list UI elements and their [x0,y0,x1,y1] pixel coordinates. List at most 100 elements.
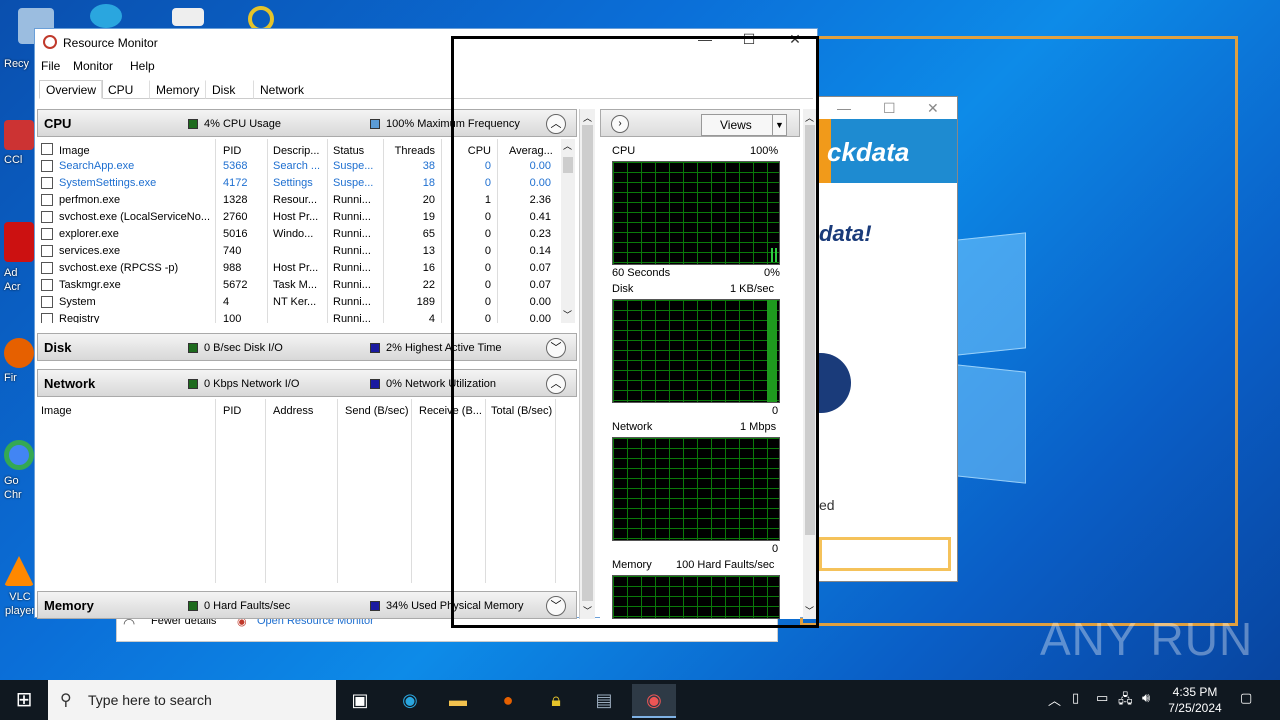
minimize-icon[interactable]: — [837,100,851,116]
memory-faults-text: 0 Hard Faults/sec [204,600,291,612]
desktop-icon-label: CCl [4,154,23,166]
firefox-icon [4,338,34,368]
vlc-icon [4,556,34,586]
process-pid: 100 [223,313,242,323]
menu-monitor[interactable]: Monitor [73,59,113,73]
desktop-icon-label: Ad Acr [4,267,21,293]
col-threads[interactable]: Threads [389,145,435,157]
file-explorer-icon[interactable]: ▬ [436,684,480,718]
checkdata-window[interactable]: — ☐ ✕ ckdata data! ed [817,96,958,582]
process-threads: 16 [422,262,435,274]
network-section-title: Network [44,376,96,391]
tab-cpu[interactable]: CPU [101,80,140,99]
process-threads: 189 [416,296,435,308]
process-status: Runni... [333,211,371,223]
highlight-frame-black [451,36,819,628]
checkdata-input[interactable] [819,537,951,571]
process-status: Runni... [333,279,371,291]
menu-file[interactable]: File [41,59,60,73]
select-all-checkbox[interactable] [41,143,53,155]
disk-io-swatch [188,343,198,353]
process-threads: 18 [422,177,435,189]
memory-section-title: Memory [44,598,94,613]
row-checkbox[interactable] [41,228,53,240]
desktop-icon-ccleaner[interactable]: CCl [4,120,38,166]
lock-app-icon[interactable]: 🔒︎ [534,684,578,718]
row-checkbox[interactable] [41,245,53,257]
close-icon[interactable]: ✕ [927,100,939,117]
maximize-icon[interactable]: ☐ [883,100,896,117]
process-threads: 38 [422,160,435,172]
row-checkbox[interactable] [41,279,53,291]
process-pid: 2760 [223,211,248,223]
task-view-icon[interactable]: ▣ [338,684,382,718]
col-description[interactable]: Descrip... [273,145,319,157]
search-placeholder: Type here to search [88,692,212,708]
desktop-icon-acrobat[interactable]: Ad Acr [4,222,38,294]
document-desktop-icon[interactable] [172,8,204,26]
process-pid: 740 [223,245,242,257]
row-checkbox[interactable] [41,177,53,189]
process-status: Runni... [333,262,371,274]
desktop-icon-firefox[interactable]: Fir [4,338,38,384]
taskbar-search-box[interactable]: ⚲ Type here to search [48,680,336,720]
col-pid[interactable]: PID [223,405,241,417]
memory-used-swatch [370,601,380,611]
row-checkbox[interactable] [41,194,53,206]
row-checkbox[interactable] [41,296,53,308]
cpu-section-title: CPU [44,116,72,131]
edge-desktop-icon[interactable] [90,4,122,28]
col-image[interactable]: Image [41,405,72,417]
anyrun-watermark: ANY RUN [1040,613,1254,665]
show-hidden-icons-icon[interactable]: ︿ [1048,690,1061,709]
cd-badge-icon [817,353,851,413]
desktop-icon-recycle[interactable]: Recy [4,58,38,70]
edge-icon[interactable]: ◉ [388,684,432,718]
notifications-icon[interactable]: ▢ [1240,690,1252,706]
tab-overview[interactable]: Overview [39,80,104,99]
battery-icon[interactable]: ▭ [1096,690,1108,706]
row-checkbox[interactable] [41,262,53,274]
process-status: Suspe... [333,160,374,172]
resource-monitor-icon [43,35,57,49]
row-checkbox[interactable] [41,211,53,223]
col-status[interactable]: Status [333,145,364,157]
window-title: Resource Monitor [63,36,158,50]
process-status: Runni... [333,194,371,206]
col-send[interactable]: Send (B/sec) [345,405,409,417]
menu-help[interactable]: Help [130,59,155,73]
tab-network[interactable]: Network [253,80,311,99]
network-icon[interactable]: 🖧︎ [1118,690,1133,712]
process-threads: 20 [422,194,435,206]
tray-app-icon[interactable]: ▯ [1072,690,1079,706]
disk-io-text: 0 B/sec Disk I/O [204,342,283,354]
firefox-icon[interactable]: ● [486,684,530,718]
tab-memory[interactable]: Memory [149,80,206,99]
process-description: Resour... [273,194,318,206]
desktop-icon-vlc[interactable]: VLC player [4,556,38,618]
checkdata-text: ed [819,497,835,513]
tab-disk[interactable]: Disk [205,80,242,99]
resource-monitor-taskbar-icon[interactable]: ◉ [632,684,676,718]
taskbar: ⊞ ⚲ Type here to search ▣ ◉ ▬ ● 🔒︎ ▤ ◉ ︿… [0,680,1280,720]
col-address[interactable]: Address [273,405,313,417]
process-threads: 19 [422,211,435,223]
task-manager-icon[interactable]: ▤ [582,684,626,718]
row-checkbox[interactable] [41,313,53,323]
process-status: Runni... [333,313,371,323]
col-pid[interactable]: PID [223,145,241,157]
process-image: SystemSettings.exe [59,177,157,189]
col-image[interactable]: Image [59,145,90,157]
clock-date: 7/25/2024 [1168,701,1222,715]
process-threads: 4 [428,313,435,323]
process-image: Taskmgr.exe [59,279,121,291]
row-checkbox[interactable] [41,160,53,172]
desktop-icon-label: Go Chr [4,475,22,501]
process-pid: 1328 [223,194,248,206]
volume-icon[interactable]: 🔊︎ [1142,690,1150,706]
system-clock[interactable]: 4:35 PM 7/25/2024 [1164,684,1226,716]
desktop-icon-chrome[interactable]: Go Chr [4,440,38,502]
windows-start-icon[interactable]: ⊞ [0,680,48,720]
network-util-swatch [370,379,380,389]
process-image: SearchApp.exe [59,160,135,172]
